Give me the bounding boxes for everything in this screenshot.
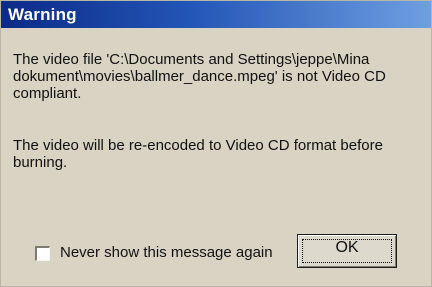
dialog-title: Warning (8, 5, 77, 24)
message-text-2: The video will be re-encoded to Video CD… (13, 137, 383, 171)
warning-dialog: Warning The video file 'C:\Documents and… (0, 0, 432, 287)
never-show-again-checkbox[interactable] (35, 246, 50, 261)
dialog-body: The video file 'C:\Documents and Setting… (1, 28, 431, 286)
ok-button-label: OK (335, 239, 359, 256)
message-text-1: The video file 'C:\Documents and Setting… (13, 51, 386, 102)
titlebar: Warning (1, 1, 431, 28)
never-show-again-label[interactable]: Never show this message again (60, 244, 273, 261)
ok-button[interactable]: OK (297, 234, 397, 268)
never-show-again-option[interactable]: Never show this message again (35, 244, 285, 266)
